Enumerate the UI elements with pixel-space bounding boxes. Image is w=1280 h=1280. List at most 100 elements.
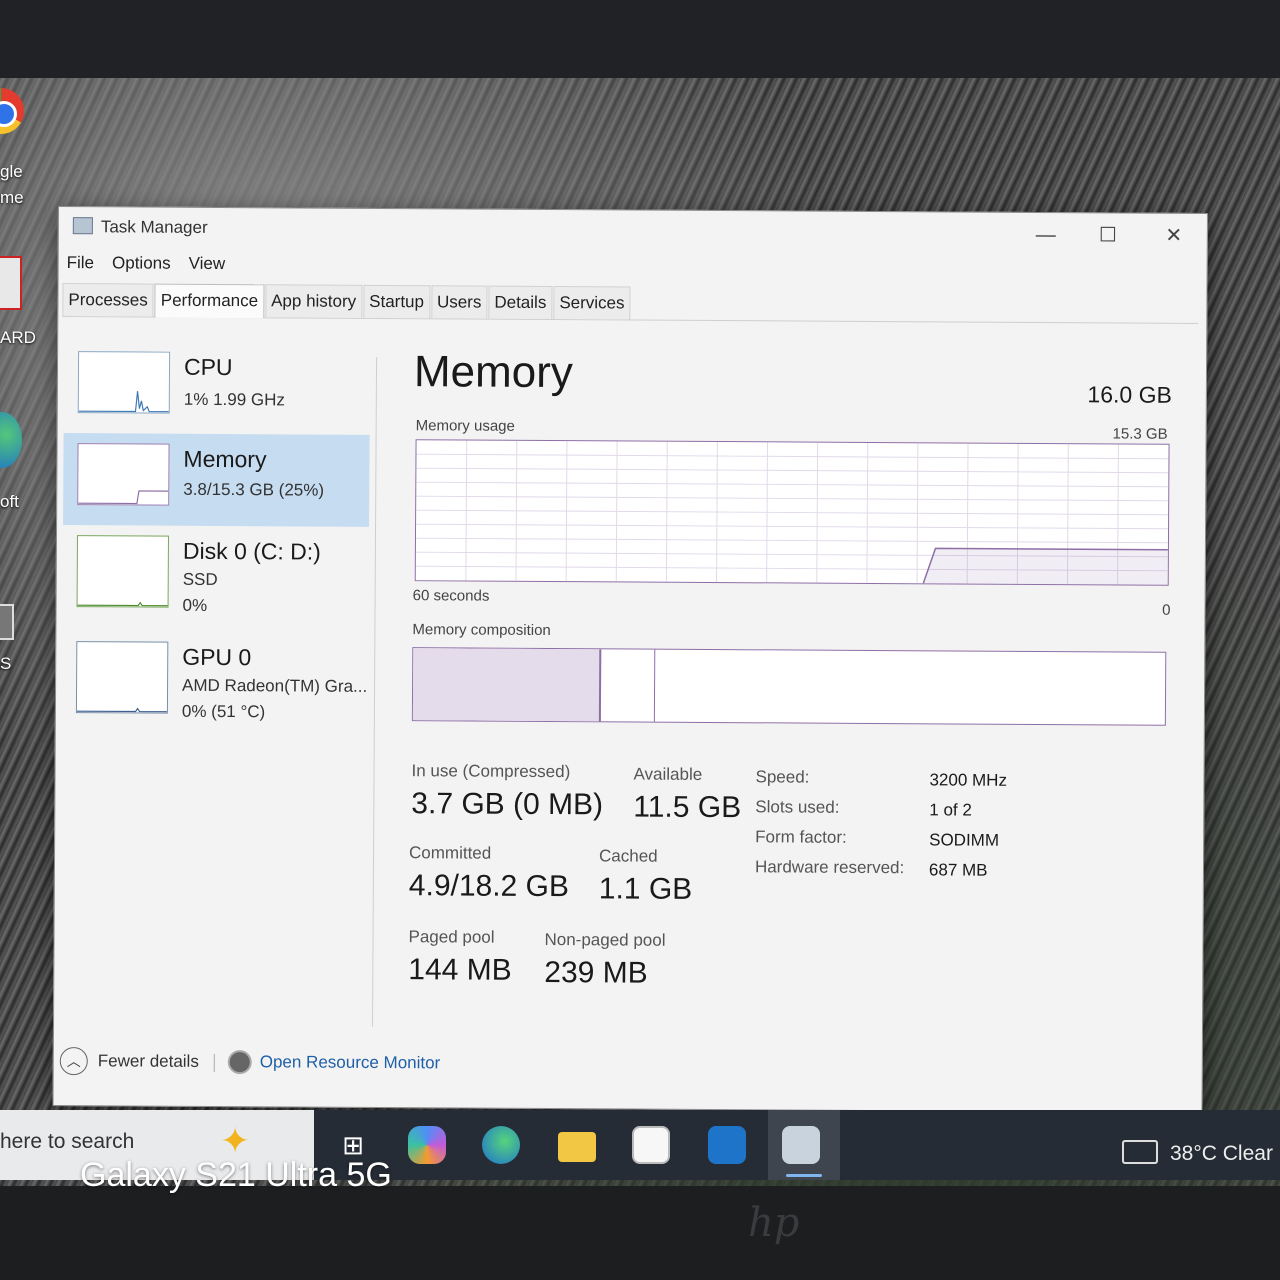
in-use-label: In use (Compressed)	[411, 761, 571, 782]
tab-strip: Processes Performance App history Startu…	[62, 283, 1199, 324]
disk-thumbnail-graph	[76, 535, 169, 608]
spec-slots-value: 1 of 2	[929, 800, 972, 820]
microsoft-store-icon[interactable]	[632, 1126, 670, 1164]
memory-usage-area	[923, 548, 1168, 585]
nav-sub-disk-type: SSD	[182, 569, 218, 589]
memory-usage-max: 15.3 GB	[1112, 425, 1168, 443]
spec-form-key: Form factor:	[755, 827, 847, 847]
edge-icon[interactable]	[482, 1126, 520, 1164]
grid-line-horizontal	[415, 537, 1168, 544]
tab-startup[interactable]: Startup	[363, 284, 431, 319]
desktop-label: oft	[0, 492, 19, 511]
spec-form-value: SODIMM	[929, 830, 1000, 850]
search-placeholder: here to search	[0, 1130, 135, 1153]
app-desktop-icon[interactable]	[0, 604, 14, 640]
spec-slots-key: Slots used:	[755, 797, 840, 817]
spec-reserved-key: Hardware reserved:	[754, 857, 905, 878]
available-value: 11.5 GB	[633, 790, 742, 825]
memory-usage-label: Memory usage	[415, 417, 515, 435]
memory-mini-chart	[78, 490, 169, 505]
disk-mini-chart	[77, 601, 168, 607]
composition-modified	[600, 649, 656, 722]
task-manager-window: Task Manager — ☐ ✕ File Options View Pro…	[52, 206, 1208, 1114]
composition-in-use	[412, 648, 602, 722]
menu-file[interactable]: File	[65, 251, 97, 277]
grid-line-horizontal	[416, 453, 1169, 460]
committed-label: Committed	[408, 843, 492, 863]
calendar-desktop-icon[interactable]	[0, 256, 22, 310]
desktop-label: gle	[0, 162, 23, 181]
edge-desktop-icon[interactable]	[0, 412, 22, 468]
performance-nav: CPU 1% 1.99 GHz Memory 3.8/15.3 GB (25%)…	[60, 323, 374, 1015]
tab-performance[interactable]: Performance	[154, 283, 265, 319]
grid-line-horizontal	[416, 523, 1169, 530]
cpu-mini-chart	[78, 391, 169, 413]
menu-bar: File Options View	[65, 251, 228, 278]
chrome-desktop-icon[interactable]	[0, 88, 24, 134]
nav-sub-memory: 3.8/15.3 GB (25%)	[183, 479, 325, 500]
in-use-value: 3.7 GB (0 MB)	[411, 787, 604, 822]
memory-thumbnail-graph	[77, 443, 170, 506]
minimize-button[interactable]: —	[1021, 221, 1071, 249]
hp-logo: hp	[748, 1200, 800, 1246]
nav-title-memory: Memory	[183, 445, 267, 473]
gpu-thumbnail-graph	[75, 641, 169, 714]
total-memory: 16.0 GB	[1087, 381, 1172, 408]
nav-item-disk[interactable]: Disk 0 (C: D:) SSD 0%	[62, 525, 369, 619]
committed-value: 4.9/18.2 GB	[408, 869, 570, 904]
laptop-bezel-top	[0, 0, 1280, 80]
cached-label: Cached	[598, 846, 658, 866]
nav-item-memory[interactable]: Memory 3.8/15.3 GB (25%)	[63, 433, 370, 527]
tab-services[interactable]: Services	[553, 286, 631, 320]
time-axis-right: 0	[1162, 601, 1171, 619]
spec-speed-value: 3200 MHz	[929, 770, 1008, 790]
menu-view[interactable]: View	[187, 252, 228, 278]
desktop-label: S	[0, 654, 12, 673]
paged-pool-label: Paged pool	[408, 927, 495, 947]
laptop-bezel-bottom	[0, 1186, 1280, 1280]
outlook-icon[interactable]	[708, 1126, 746, 1164]
file-explorer-icon[interactable]	[558, 1132, 596, 1162]
maximize-button[interactable]: ☐	[1083, 221, 1133, 249]
copilot-icon[interactable]	[408, 1126, 446, 1164]
menu-options[interactable]: Options	[110, 251, 173, 277]
tab-app-history[interactable]: App history	[265, 284, 363, 318]
memory-composition-label: Memory composition	[412, 621, 551, 640]
open-resource-monitor-link[interactable]: Open Resource Monitor	[260, 1052, 441, 1073]
tab-processes[interactable]: Processes	[62, 283, 154, 317]
tab-users[interactable]: Users	[430, 285, 488, 319]
nav-sub-gpu-name: AMD Radeon(TM) Gra...	[182, 675, 368, 696]
grid-line-horizontal	[416, 509, 1169, 516]
resource-monitor-icon	[227, 1050, 252, 1075]
nonpaged-pool-label: Non-paged pool	[544, 929, 666, 950]
cpu-thumbnail-graph	[77, 351, 171, 414]
nav-item-gpu[interactable]: GPU 0 AMD Radeon(TM) Gra... 0% (51 °C)	[62, 631, 369, 725]
footer-separator	[213, 1053, 215, 1072]
active-app-indicator	[786, 1174, 822, 1177]
camera-watermark: Galaxy S21 Ultra 5G	[80, 1156, 392, 1194]
nav-title-cpu: CPU	[183, 353, 233, 381]
nav-title-disk: Disk 0 (C: D:)	[182, 537, 321, 565]
weather-widget-icon[interactable]	[1122, 1140, 1158, 1164]
spec-speed-key: Speed:	[755, 767, 810, 787]
task-manager-taskbar-icon[interactable]	[782, 1126, 820, 1164]
grid-line-horizontal	[416, 481, 1169, 488]
chevron-up-icon[interactable]: ︿	[59, 1047, 88, 1076]
fewer-details-link[interactable]: Fewer details	[98, 1051, 199, 1072]
tab-details[interactable]: Details	[488, 285, 553, 320]
memory-usage-graph	[414, 439, 1170, 586]
available-label: Available	[633, 764, 703, 784]
close-button[interactable]: ✕	[1149, 222, 1199, 250]
window-title: Task Manager	[100, 217, 208, 237]
nav-item-cpu[interactable]: CPU 1% 1.99 GHz	[64, 341, 371, 435]
panel-title: Memory	[413, 347, 574, 398]
title-bar[interactable]: Task Manager — ☐ ✕	[59, 207, 1207, 254]
memory-panel: Memory 16.0 GB Memory usage 15.3 GB 60 s…	[404, 325, 1178, 1030]
spec-reserved-value: 687 MB	[928, 860, 988, 880]
nav-sub-gpu-usage: 0% (51 °C)	[181, 701, 266, 722]
weather-text[interactable]: 38°C Clear	[1170, 1142, 1273, 1166]
window-footer: ︿ Fewer details Open Resource Monitor	[54, 1043, 1202, 1090]
desktop-label: me	[0, 188, 24, 207]
nav-sub-cpu: 1% 1.99 GHz	[183, 389, 285, 410]
grid-line-horizontal	[416, 467, 1169, 474]
